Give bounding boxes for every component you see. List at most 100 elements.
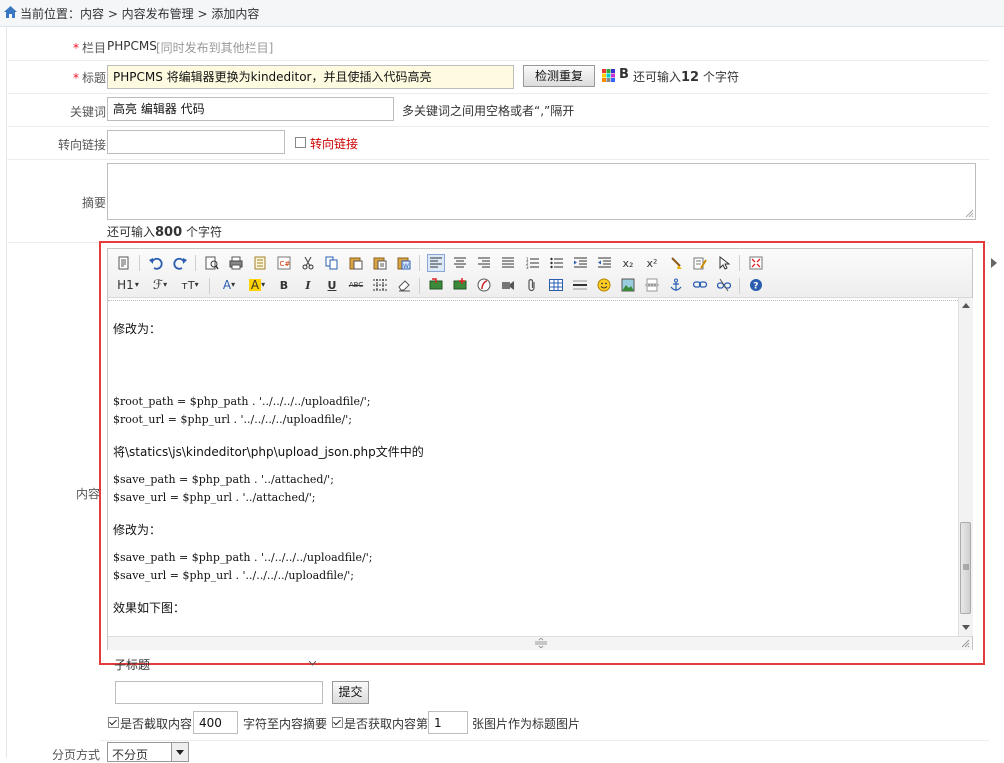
thumb-checkbox[interactable] <box>332 717 343 728</box>
align-left-icon[interactable] <box>427 254 445 272</box>
keywords-hint: 多关键词之间用空格或者“,”隔开 <box>402 104 575 118</box>
toolbar-separator <box>739 255 740 271</box>
unordered-list-icon[interactable] <box>547 254 565 272</box>
check-duplicate-button[interactable]: 检测重复 <box>523 65 595 87</box>
insert-image-icon[interactable] <box>427 276 445 294</box>
thumb-index-input[interactable]: 1 <box>428 711 468 734</box>
ordered-list-icon[interactable]: 123 <box>523 254 541 272</box>
cut-length-input[interactable]: 400 <box>193 711 238 734</box>
bold-title-icon[interactable]: B <box>619 67 629 82</box>
paste-icon[interactable] <box>347 254 365 272</box>
paste-text-icon[interactable] <box>371 254 389 272</box>
font-color-icon[interactable]: A ▾ <box>217 276 241 294</box>
justify-icon[interactable] <box>499 254 517 272</box>
column-value: PHPCMS <box>107 39 157 53</box>
sync-columns-link[interactable]: [同时发布到其他栏目] <box>156 39 273 56</box>
chevron-down-icon[interactable] <box>171 743 188 761</box>
unlink-icon[interactable] <box>715 276 733 294</box>
template-icon[interactable] <box>251 254 269 272</box>
editor-scrollbar[interactable] <box>958 298 973 636</box>
editor-statusbar <box>108 636 972 650</box>
fullscreen-icon[interactable] <box>747 254 765 272</box>
content-line: 修改为： <box>113 322 162 336</box>
drag-resize-icon[interactable] <box>535 638 547 648</box>
redirect-checkbox[interactable] <box>295 137 306 148</box>
subtitle-select[interactable]: 子标题 <box>114 656 318 672</box>
heading-icon[interactable]: H1 ▾ <box>114 276 142 294</box>
subtitle-submit-button[interactable]: 提交 <box>332 681 369 704</box>
help-icon[interactable]: ? <box>747 276 765 294</box>
bold-icon[interactable]: B <box>275 276 293 294</box>
paging-label: 分页方式 <box>51 748 100 762</box>
rich-text-editor[interactable]: C# W 123 x₂ x² H1 ▾ ℱ ▾ тT ▾ A ▾ A ▾ B I U AB… <box>107 248 973 650</box>
content-line: 效果如下图： <box>113 601 186 615</box>
scroll-down-icon[interactable] <box>962 625 970 630</box>
superscript-icon[interactable]: x² <box>643 254 661 272</box>
scroll-up-icon[interactable] <box>962 303 970 308</box>
keywords-label: 关键词 <box>69 105 106 119</box>
home-icon[interactable] <box>4 6 17 18</box>
line-height-icon[interactable] <box>371 276 389 294</box>
font-size-icon[interactable]: тT ▾ <box>178 276 202 294</box>
quick-format-icon[interactable] <box>691 254 709 272</box>
svg-text:W: W <box>403 263 409 270</box>
undo-icon[interactable] <box>147 254 165 272</box>
italic-icon[interactable]: I <box>299 276 317 294</box>
page-break-icon[interactable] <box>643 276 661 294</box>
redirect-input[interactable] <box>107 130 285 154</box>
anchor-icon[interactable] <box>667 276 685 294</box>
strikethrough-icon[interactable]: ABC <box>347 276 365 294</box>
eraser-icon[interactable] <box>395 276 413 294</box>
horizontal-rule-icon[interactable] <box>571 276 589 294</box>
summary-textarea[interactable] <box>107 163 976 220</box>
align-right-icon[interactable] <box>475 254 493 272</box>
subscript-icon[interactable]: x₂ <box>619 254 637 272</box>
toolbar-separator <box>195 255 196 271</box>
image-gallery-icon[interactable] <box>619 276 637 294</box>
clear-format-icon[interactable] <box>667 254 685 272</box>
paste-word-icon[interactable]: W <box>395 254 413 272</box>
preview-icon[interactable] <box>203 254 221 272</box>
redirect-label: 转向链接 <box>57 138 106 152</box>
underline-icon[interactable]: U <box>323 276 341 294</box>
align-center-icon[interactable] <box>451 254 469 272</box>
svg-text:?: ? <box>753 282 758 292</box>
scroll-thumb[interactable] <box>960 522 971 614</box>
keywords-input[interactable]: 高亮 编辑器 代码 <box>107 97 394 121</box>
expand-panel-icon[interactable] <box>991 258 997 268</box>
multi-image-icon[interactable] <box>451 276 469 294</box>
attachment-icon[interactable] <box>523 276 541 294</box>
chevron-down-icon <box>309 661 316 666</box>
cut-content-checkbox[interactable] <box>108 717 119 728</box>
content-line: $save_url = $php_url . '../../../../uplo… <box>113 569 355 582</box>
redirect-checkbox-label[interactable]: 转向链接 <box>310 135 358 152</box>
paging-select[interactable]: 不分页 <box>107 742 189 762</box>
code-icon[interactable]: C# <box>275 254 293 272</box>
copy-icon[interactable] <box>323 254 341 272</box>
subtitle-input[interactable] <box>115 681 323 704</box>
redo-icon[interactable] <box>171 254 189 272</box>
outdent-icon[interactable] <box>595 254 613 272</box>
cut-icon[interactable] <box>299 254 317 272</box>
emoticon-icon[interactable] <box>595 276 613 294</box>
svg-text:C#: C# <box>280 260 291 268</box>
title-input[interactable]: PHPCMS 将编辑器更换为kindeditor，并且使插入代码高亮 <box>107 65 514 89</box>
media-icon[interactable] <box>499 276 517 294</box>
corner-grip-icon[interactable] <box>961 639 970 648</box>
font-family-icon[interactable]: ℱ ▾ <box>148 276 172 294</box>
flash-icon[interactable] <box>475 276 493 294</box>
thumb-suffix-label: 张图片作为标题图片 <box>472 717 581 731</box>
table-icon[interactable] <box>547 276 565 294</box>
resize-grip-icon[interactable] <box>965 209 974 218</box>
grip-icon <box>963 564 969 570</box>
highlight-color-icon[interactable]: A ▾ <box>245 276 269 294</box>
source-icon[interactable] <box>115 254 133 272</box>
select-all-icon[interactable] <box>715 254 733 272</box>
svg-text:3: 3 <box>526 265 529 269</box>
color-palette-icon[interactable] <box>602 69 615 82</box>
print-icon[interactable] <box>227 254 245 272</box>
summary-label: 摘要 <box>81 196 106 210</box>
indent-icon[interactable] <box>571 254 589 272</box>
link-icon[interactable] <box>691 276 709 294</box>
editor-content[interactable]: 修改为： $root_path = $php_path . '../../../… <box>108 298 958 636</box>
